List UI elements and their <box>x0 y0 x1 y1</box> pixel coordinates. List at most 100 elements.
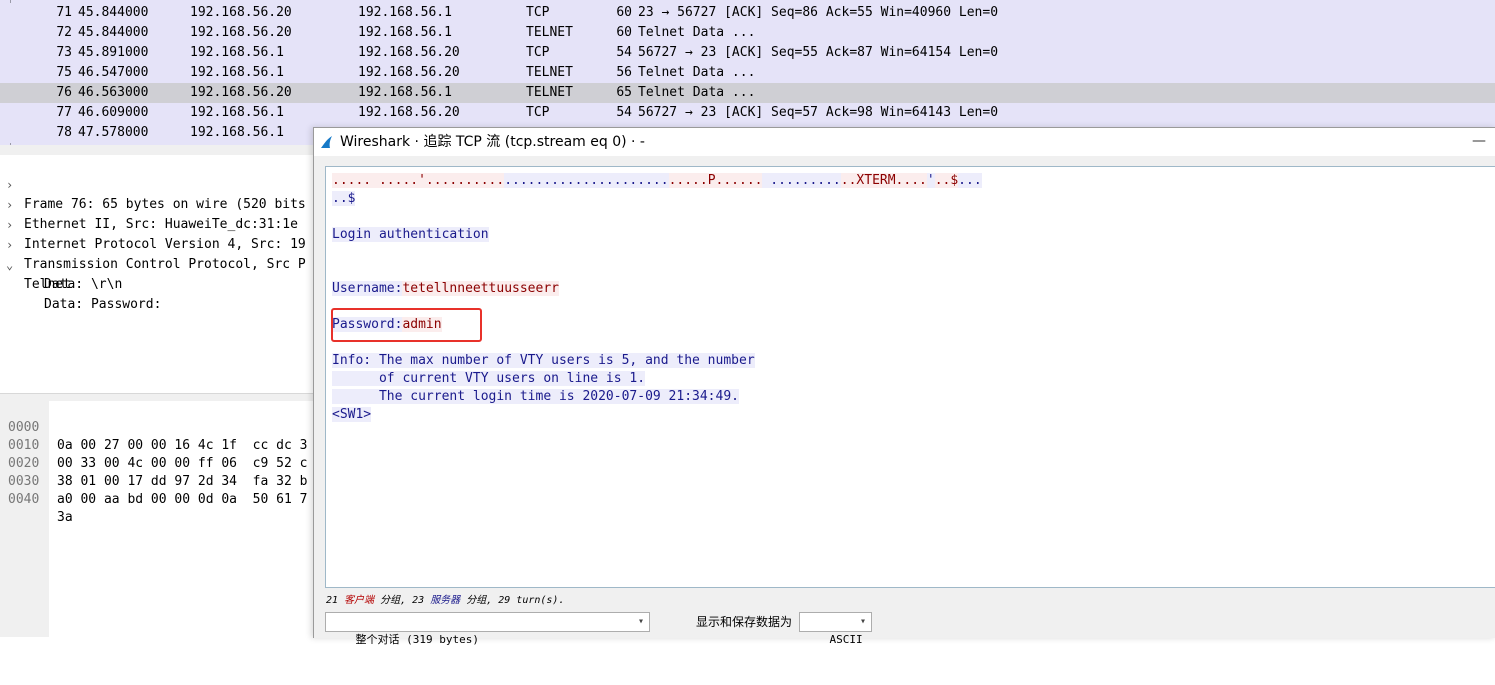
tree-item-data[interactable]: Data: Password: <box>0 275 161 312</box>
packet-list[interactable]: ✓ 71 45.844000 192.168.56.20 192.168.56.… <box>0 0 1495 145</box>
packet-info: Telnet Data ... <box>638 65 756 80</box>
packet-destination: 192.168.56.1 <box>358 85 452 100</box>
packet-row[interactable]: 71 45.844000 192.168.56.20 192.168.56.1 … <box>0 3 1495 23</box>
packet-protocol: TELNET <box>526 85 573 100</box>
client-data: ..... .....'.......... <box>332 173 505 188</box>
stream-line: The current login time is 2020-07-09 21:… <box>332 388 739 406</box>
packet-protocol: TCP <box>526 5 550 20</box>
packet-protocol: TCP <box>526 45 550 60</box>
packet-destination: 192.168.56.1 <box>358 5 452 20</box>
byte-row: 0040 3a <box>0 473 73 525</box>
packet-length: 65 <box>616 85 632 100</box>
format-select-value: ASCII <box>829 633 863 646</box>
packet-protocol: TELNET <box>526 25 573 40</box>
packet-row[interactable]: 77 46.609000 192.168.56.1 192.168.56.20 … <box>0 103 1495 123</box>
packet-source: 192.168.56.20 <box>190 5 292 20</box>
dialog-title: Wireshark · 追踪 TCP 流 (tcp.stream eq 0) ·… <box>340 134 645 150</box>
tree-item-label: Data: \r\n <box>44 277 123 292</box>
wireshark-fin-icon <box>321 136 332 148</box>
packet-row[interactable]: 73 45.891000 192.168.56.1 192.168.56.20 … <box>0 43 1495 63</box>
tree-item-data[interactable]: Data: \r\n <box>0 255 122 292</box>
packet-info: 56727 → 23 [ACK] Seq=55 Ack=87 Win=64154… <box>638 45 999 60</box>
byte-hex[interactable]: 00 33 00 4c 00 00 ff 06 c9 52 c <box>57 455 307 473</box>
packet-bytes-pane[interactable]: 0000 0a 00 27 00 00 16 4c 1f cc dc 3 001… <box>0 401 320 637</box>
packet-time: 45.844000 <box>78 25 149 40</box>
stream-line: Login authentication <box>332 226 489 244</box>
packet-source: 192.168.56.1 <box>190 65 284 80</box>
packet-row[interactable]: 72 45.844000 192.168.56.20 192.168.56.1 … <box>0 23 1495 43</box>
byte-hex[interactable]: 0a 00 27 00 00 16 4c 1f cc dc 3 <box>57 437 307 455</box>
conversation-select[interactable]: 整个对话 (319 bytes) ▾ <box>325 612 650 646</box>
stream-line: Info: The max number of VTY users is 5, … <box>332 352 755 370</box>
server-data: ......... <box>762 173 841 188</box>
tree-item-ethernet[interactable]: › Ethernet II, Src: HuaweiTe_dc:31:1e <box>0 175 298 232</box>
packet-length: 54 <box>616 105 632 120</box>
tree-item-label: Frame 76: 65 bytes on wire (520 bits <box>24 197 306 212</box>
packet-time: 46.563000 <box>78 85 149 100</box>
byte-hex[interactable]: 38 01 00 17 dd 97 2d 34 fa 32 b <box>57 473 307 491</box>
stats-text: 21 <box>326 595 345 606</box>
packet-length: 56 <box>616 65 632 80</box>
tree-item-telnet[interactable]: ⌄ Telnet <box>0 235 71 292</box>
stats-text: 分组, 23 <box>374 595 431 606</box>
stream-line: ..... .....'............................… <box>332 172 982 190</box>
packet-info: Telnet Data ... <box>638 85 756 100</box>
stream-content-area[interactable]: ..... .....'............................… <box>325 166 1495 588</box>
byte-hex[interactable]: a0 00 aa bd 00 00 0d 0a 50 61 7 <box>57 491 307 509</box>
stream-line: <SW1> <box>332 406 372 424</box>
tree-item-tcp[interactable]: › Transmission Control Protocol, Src P <box>0 215 306 272</box>
packet-info: Telnet Data ... <box>638 25 756 40</box>
byte-row: 0020 38 01 00 17 dd 97 2d 34 fa 32 b <box>0 437 307 489</box>
chevron-down-icon: ▾ <box>859 616 866 627</box>
server-data: ..$ <box>332 191 356 206</box>
packet-source: 192.168.56.1 <box>190 125 284 140</box>
packet-no: 73 <box>56 45 72 60</box>
tree-item-frame[interactable]: › Frame 76: 65 bytes on wire (520 bits <box>0 155 306 212</box>
follow-tcp-stream-dialog: Wireshark · 追踪 TCP 流 (tcp.stream eq 0) ·… <box>313 127 1495 646</box>
dialog-titlebar[interactable]: Wireshark · 追踪 TCP 流 (tcp.stream eq 0) ·… <box>314 128 1495 156</box>
stats-server-label: 服务器 <box>430 595 461 606</box>
password-highlight-box <box>331 308 482 342</box>
packet-protocol: TCP <box>526 105 550 120</box>
client-data: ..$ <box>934 173 959 188</box>
packet-source: 192.168.56.20 <box>190 85 292 100</box>
packet-time: 45.844000 <box>78 5 149 20</box>
tree-item-label: Data: Password: <box>44 297 162 312</box>
byte-row: 0000 0a 00 27 00 00 16 4c 1f cc dc 3 <box>0 401 307 453</box>
packet-destination: 192.168.56.20 <box>358 105 460 120</box>
conversation-select-value: 整个对话 (319 bytes) <box>355 633 479 646</box>
packet-destination: 192.168.56.20 <box>358 65 460 80</box>
server-data: ' <box>926 173 935 188</box>
tree-item-ip[interactable]: › Internet Protocol Version 4, Src: 19 <box>0 195 306 252</box>
byte-row: 0030 a0 00 aa bd 00 00 0d 0a 50 61 7 <box>0 455 307 507</box>
packet-no: 71 <box>56 5 72 20</box>
login-banner: Login authentication <box>332 227 489 242</box>
packet-length: 60 <box>616 25 632 40</box>
packet-time: 46.609000 <box>78 105 149 120</box>
packet-no: 72 <box>56 25 72 40</box>
packet-length: 60 <box>616 5 632 20</box>
packet-row-selected[interactable]: 76 46.563000 192.168.56.20 192.168.56.1 … <box>0 83 1495 103</box>
stream-line: ..$ <box>332 190 356 208</box>
client-data: ..XTERM.... <box>840 173 927 188</box>
byte-hex[interactable]: 3a <box>57 509 73 527</box>
packet-row[interactable]: 75 46.547000 192.168.56.1 192.168.56.20 … <box>0 63 1495 83</box>
server-data: of current VTY users on line is 1. <box>332 371 646 386</box>
prompt-sw1: <SW1> <box>332 407 372 422</box>
username-value: tetellnneettuusseerr <box>402 281 559 296</box>
tree-item-label: Ethernet II, Src: HuaweiTe_dc:31:1e <box>24 217 298 232</box>
server-data: ..................... <box>504 173 669 188</box>
stream-line: of current VTY users on line is 1. <box>332 370 646 388</box>
packet-no: 77 <box>56 105 72 120</box>
packet-source: 192.168.56.20 <box>190 25 292 40</box>
stats-client-label: 客户端 <box>344 595 375 606</box>
username-prompt: Username: <box>332 281 403 296</box>
packet-info: 56727 → 23 [ACK] Seq=57 Ack=98 Win=64143… <box>638 105 999 120</box>
packet-source: 192.168.56.1 <box>190 105 284 120</box>
format-select[interactable]: ASCII ▾ <box>799 612 872 646</box>
packet-length: 54 <box>616 45 632 60</box>
byte-row: 0010 00 33 00 4c 00 00 ff 06 c9 52 c <box>0 419 307 471</box>
stats-text: 分组, 29 turn(s). <box>460 595 565 606</box>
packet-details-tree[interactable]: › Frame 76: 65 bytes on wire (520 bits ›… <box>0 155 320 393</box>
minimize-button[interactable]: — <box>1462 128 1495 156</box>
